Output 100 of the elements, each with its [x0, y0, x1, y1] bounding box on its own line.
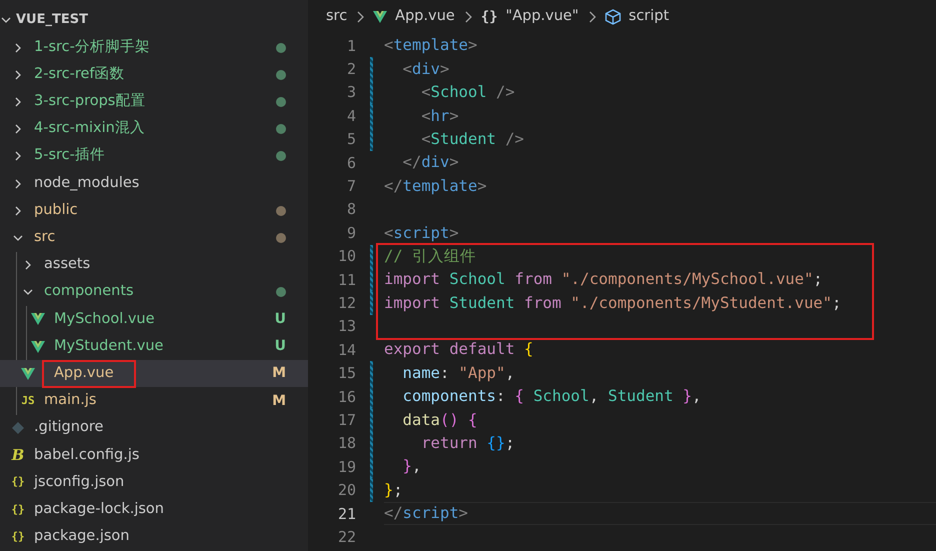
explorer-title[interactable]: VUE_TEST: [16, 10, 88, 30]
tree-item[interactable]: assets: [0, 252, 308, 279]
code-token: ;: [393, 480, 403, 500]
code-token: <: [384, 224, 394, 242]
code-token: () {: [440, 410, 478, 430]
vue-logo-icon: [31, 312, 45, 326]
line-number: 20: [336, 481, 356, 500]
line-number: 15: [336, 364, 356, 382]
code-token: name: [402, 364, 440, 382]
tree-item[interactable]: B babel.config.js: [0, 442, 308, 469]
code-token: Student: [608, 387, 674, 406]
code-token: <: [402, 60, 412, 78]
code-token: ;: [832, 294, 842, 312]
code-token: template: [393, 36, 468, 55]
code-token: Student: [430, 130, 496, 149]
file-name: public: [33, 200, 79, 220]
code-token: >: [477, 176, 487, 196]
code-token: >: [449, 224, 459, 242]
tree-item[interactable]: 1-src-分析脚手架: [0, 34, 308, 62]
line-number: 17: [336, 410, 356, 429]
tree-item[interactable]: src: [0, 224, 308, 252]
tree-item[interactable]: node_modules: [0, 170, 308, 198]
line-number: 7: [346, 177, 356, 196]
code-token: </: [384, 504, 403, 523]
js-file-icon: JS: [21, 392, 35, 410]
braces-icon: {}: [11, 474, 25, 491]
breadcrumb-item[interactable]: App.vue: [395, 6, 455, 28]
tree-item[interactable]: 2-src-ref函数: [0, 61, 308, 88]
code-token: ;: [813, 270, 823, 289]
line-number: 11: [336, 270, 356, 289]
tree-item[interactable]: .gitignore: [0, 414, 308, 442]
code-token: import: [384, 270, 441, 289]
line-number: 16: [336, 388, 356, 406]
code-token: ,: [589, 387, 600, 406]
tree-item[interactable]: JS main.js M: [0, 387, 308, 415]
file-name: 3-src-props配置: [33, 92, 146, 112]
chevron-right-icon: [462, 11, 473, 23]
code-token: div: [421, 153, 450, 172]
tree-item[interactable]: {} package-lock.json: [0, 496, 308, 524]
babel-file-icon: B: [12, 444, 24, 467]
line-number: 12: [336, 294, 356, 312]
chevron-right-icon: [586, 11, 597, 23]
tree-item[interactable]: {} jsconfig.json: [0, 469, 308, 496]
file-name: src: [33, 228, 56, 248]
code-token: {: [524, 340, 534, 360]
line-number: 13: [336, 317, 356, 336]
code-token: <: [384, 36, 394, 55]
line-number: 10: [336, 247, 356, 266]
code-token: hr: [430, 106, 450, 126]
vue-logo-icon: [31, 340, 45, 354]
tree-item[interactable]: {} package.json: [0, 523, 308, 551]
code-token: export: [384, 340, 441, 360]
code-token: default: [449, 340, 516, 360]
git-status-letter: M: [272, 392, 286, 411]
tree-item[interactable]: 3-src-props配置: [0, 88, 308, 116]
tree-item[interactable]: 5-src-插件: [0, 142, 308, 170]
line-number: 9: [346, 224, 356, 242]
tree-item[interactable]: MyStudent.vue U: [0, 333, 308, 360]
code-token: data: [402, 410, 440, 430]
line-number: 18: [336, 434, 356, 452]
breadcrumb-item[interactable]: src: [326, 6, 348, 28]
code-token: :: [440, 364, 450, 382]
vue-logo-icon: [373, 10, 388, 24]
code-token: {}: [486, 434, 506, 453]
tree-item[interactable]: components: [0, 278, 308, 306]
code-token: script: [393, 224, 450, 242]
tree-item[interactable]: MySchool.vue U: [0, 306, 308, 334]
breadcrumb-item[interactable]: script: [628, 6, 670, 28]
code-token: }: [402, 457, 412, 476]
file-name: 4-src-mixin混入: [33, 119, 146, 138]
line-number: 14: [336, 340, 356, 359]
code-token: "./components/MySchool.vue": [561, 270, 814, 289]
tree-item[interactable]: public: [0, 197, 308, 224]
git-status-letter: U: [274, 337, 286, 356]
line-number: 4: [346, 106, 356, 125]
code-token: script: [402, 504, 459, 523]
file-name: babel.config.js: [33, 446, 140, 465]
file-name: package-lock.json: [33, 500, 165, 519]
tree-item[interactable]: 4-src-mixin混入: [0, 116, 308, 143]
tree-item[interactable]: App.vue M: [0, 360, 308, 388]
line-number: 6: [346, 154, 356, 172]
code-token: {: [514, 387, 525, 406]
code-token: "./components/MyStudent.vue": [570, 294, 832, 312]
diamond-icon: [11, 421, 25, 436]
code-token: import: [384, 294, 441, 312]
code-token: ,: [692, 387, 702, 406]
file-name: main.js: [43, 391, 98, 410]
file-name: MyStudent.vue: [53, 336, 164, 356]
code-token: >: [440, 60, 450, 78]
breadcrumb-item[interactable]: "App.vue": [506, 6, 579, 28]
code-token: School: [430, 83, 487, 102]
file-name: assets: [43, 255, 92, 274]
code-token: div: [412, 60, 440, 78]
line-number: 2: [346, 60, 356, 78]
code-token: />: [495, 83, 515, 102]
vue-logo-icon: [21, 366, 35, 381]
git-status-letter: U: [274, 310, 286, 329]
line-number: 1: [346, 36, 356, 55]
code-token: }: [384, 480, 394, 500]
cube-icon: [604, 9, 621, 25]
